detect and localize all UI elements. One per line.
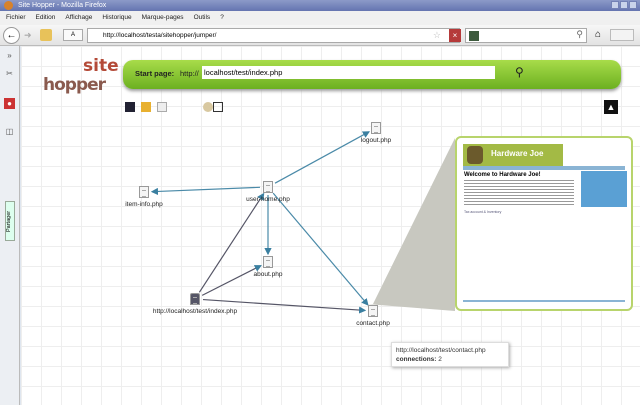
forward-button[interactable]: ➜ [24,30,32,41]
extension-button[interactable] [610,29,634,41]
menu-historique[interactable]: Historique [102,11,131,25]
menu-edition[interactable]: Edition [36,11,56,25]
url-bar[interactable]: http://localhost/testa/sitehopper/jumper… [87,28,460,43]
back-button[interactable]: ← [3,27,20,44]
preview-connector [367,138,455,311]
bookmark-icon[interactable] [40,29,52,41]
firefox-icon [4,1,13,10]
menu-marque-pages[interactable]: Marque-pages [142,11,184,25]
page-node-icon[interactable] [371,122,381,134]
menu-affichage[interactable]: Affichage [65,11,92,25]
edge-userhome-iteminfo [150,186,261,196]
page-node-icon[interactable] [190,293,200,305]
search-icon[interactable]: ⚲ [576,29,583,40]
sidebar: » ✂ ● ◫ Partager [0,46,20,405]
preview-login-form [581,171,627,207]
window-title: Site Hopper - Mozilla Firefox [18,2,107,9]
url-text: http://localhost/testa/sitehopper/jumper… [103,32,217,39]
menu-bar: Fichier Edition Affichage Historique Mar… [0,11,640,25]
node-tooltip: http://localhost/test/contact.php connec… [391,342,509,367]
stop-button[interactable]: × [449,29,461,42]
share-tab[interactable]: Partager [5,201,15,241]
mascot-icon [467,146,483,164]
page-node-label[interactable]: about.php [254,271,283,278]
page-node-icon[interactable] [368,305,378,317]
page-preview: Hardware Joe Welcome to Hardware Joe! Ta… [455,136,633,311]
nav-toolbar: ← ➜ A http://localhost/testa/sitehopper/… [0,25,640,46]
preview-heading: Welcome to Hardware Joe! [464,172,541,178]
app-content: site hopper Start page: http:// ⚲ ▲ logo… [21,46,640,405]
preview-brand: Hardware Joe [491,149,544,158]
edge-userhome-logout [274,131,371,184]
page-node-icon[interactable] [263,256,273,268]
page-node-label[interactable]: logout.php [361,137,391,144]
close-button[interactable] [629,1,637,9]
preview-text [464,180,574,206]
menu-help[interactable]: ? [220,11,224,25]
maximize-button[interactable] [620,1,628,9]
page-node-label[interactable]: contact.php [356,320,390,327]
edge-index-about [201,265,262,296]
minimize-button[interactable] [611,1,619,9]
page-node-icon[interactable] [139,186,149,198]
zoom-button[interactable]: A [63,29,83,41]
page-node-label[interactable]: http://localhost/test/index.php [153,308,237,315]
title-bar: Site Hopper - Mozilla Firefox [0,0,640,11]
columns-icon[interactable]: ◫ [4,126,15,137]
search-engine-icon[interactable] [469,31,479,41]
page-node-label[interactable]: item-info.php [125,201,163,208]
page-node-label[interactable]: user-home.php [246,196,290,203]
expand-icon[interactable]: » [4,50,15,61]
search-input[interactable]: ⚲ [465,28,587,43]
menu-outils[interactable]: Outils [194,11,211,25]
star-icon[interactable]: ☆ [433,29,441,42]
home-button[interactable]: ⌂ [592,29,604,41]
edge-userhome-contact [272,192,369,306]
preview-link: Tax account & Inventory [464,210,502,214]
page-node-icon[interactable] [263,181,273,193]
tooltip-url: http://localhost/test/contact.php [396,347,486,354]
tooltip-connections-label: connections: [396,356,437,363]
tool-icon[interactable]: ✂ [4,68,15,79]
badge-icon[interactable]: ● [4,98,15,109]
menu-fichier[interactable]: Fichier [6,11,26,25]
tooltip-connections: 2 [438,356,442,363]
